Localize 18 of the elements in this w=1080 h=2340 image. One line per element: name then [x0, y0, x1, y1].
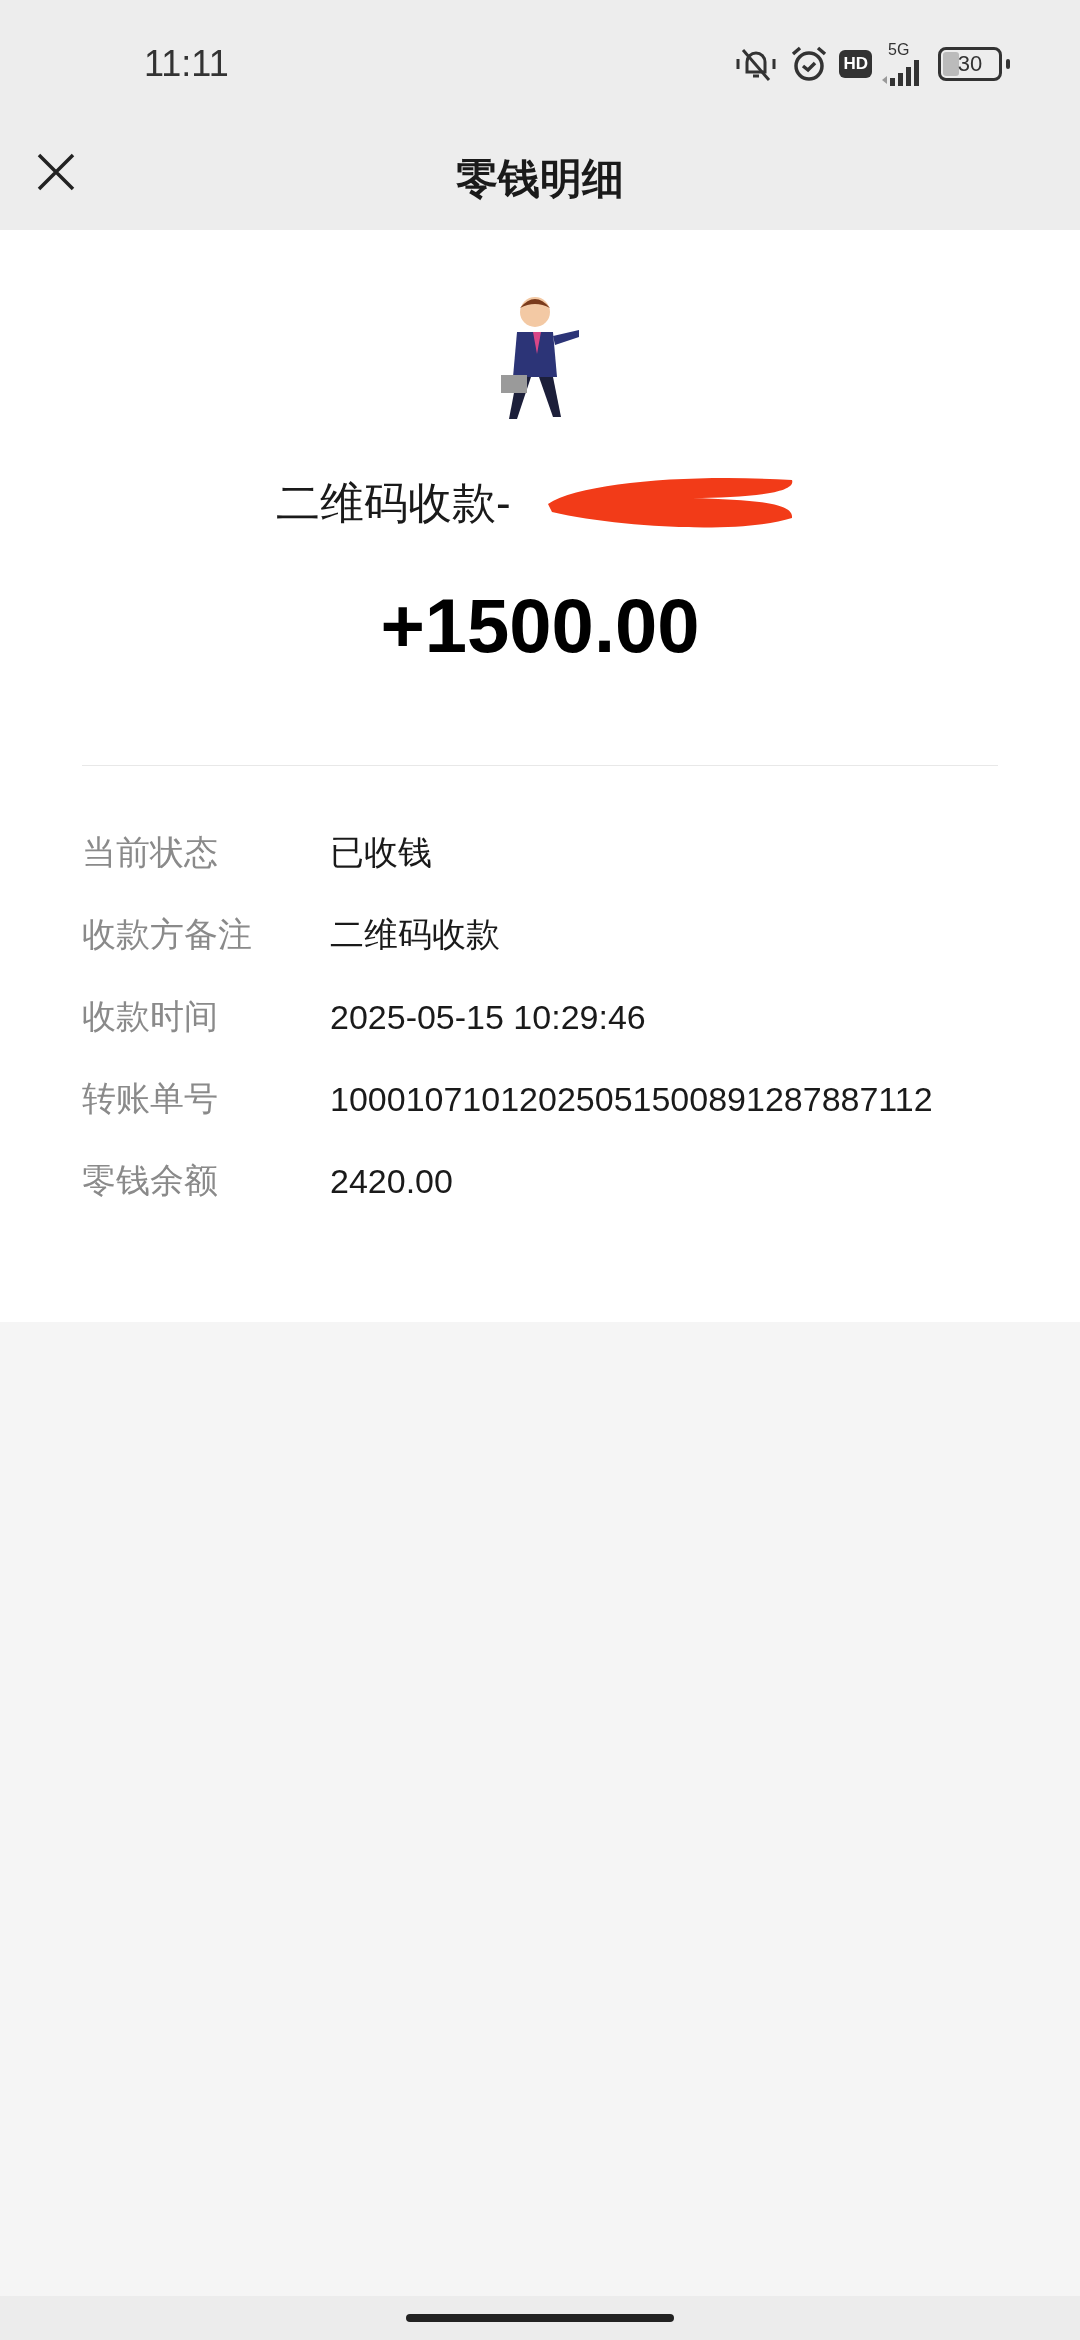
detail-label: 转账单号 — [82, 1078, 219, 1119]
close-icon[interactable] — [36, 152, 76, 192]
amount: +1500.00 — [380, 582, 700, 669]
detail-value: 2420.00 — [330, 1161, 453, 1201]
detail-label: 收款方备注 — [82, 914, 253, 955]
detail-label: 当前状态 — [82, 832, 219, 873]
status-time: 11:11 — [144, 43, 229, 85]
detail-label: 收款时间 — [82, 996, 219, 1037]
battery-indicator: 30 — [938, 47, 1010, 81]
detail-value: 已收钱 — [330, 832, 432, 873]
network-label: 5G — [888, 42, 910, 58]
detail-value: 10001071012025051500891287887112 — [330, 1079, 933, 1119]
detail-label: 零钱余额 — [82, 1160, 219, 1201]
detail-value: 二维码收款 — [330, 914, 500, 955]
detail-value: 2025-05-15 10:29:46 — [330, 997, 646, 1037]
page-title: 零钱明细 — [456, 154, 624, 204]
hd-badge: HD — [839, 50, 872, 78]
transaction-title: 二维码收款- — [276, 476, 511, 529]
